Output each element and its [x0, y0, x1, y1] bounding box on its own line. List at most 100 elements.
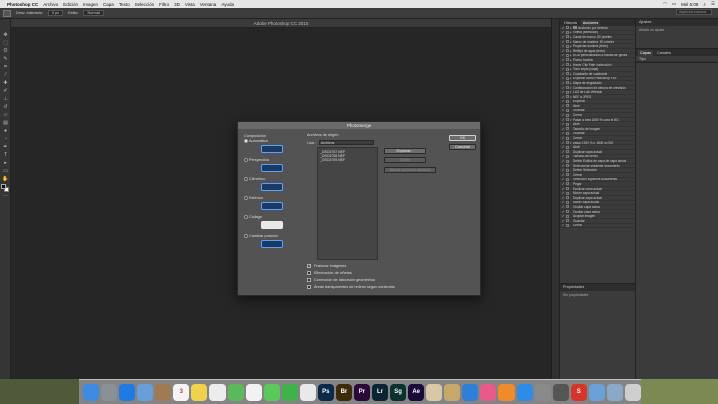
dialog-toggle-box[interactable]: [566, 72, 569, 76]
check-icon[interactable]: ✓: [561, 100, 565, 104]
dialog-toggle-box[interactable]: [566, 26, 569, 30]
dialog-toggle-box[interactable]: [566, 40, 569, 44]
battery-icon[interactable]: ▭: [672, 1, 676, 7]
check-icon[interactable]: ✓: [561, 178, 565, 182]
dialog-toggle-box[interactable]: [566, 191, 569, 195]
check-icon[interactable]: ✓: [561, 150, 565, 154]
hand-tool-icon[interactable]: ✋: [2, 176, 9, 182]
option-row[interactable]: ✓ Fusionar imágenes: [307, 262, 395, 269]
scrivener-icon[interactable]: S: [570, 383, 587, 401]
blur-tool-icon[interactable]: ●: [2, 128, 9, 134]
check-icon[interactable]: ✓: [561, 90, 565, 94]
dialog-toggle-box[interactable]: [566, 53, 569, 57]
menu-vista[interactable]: Vista: [185, 2, 195, 7]
check-icon[interactable]: ✓: [561, 136, 565, 140]
layout-option[interactable]: Cambiar posición: [244, 233, 304, 248]
history-brush-tool-icon[interactable]: ↺: [2, 104, 9, 110]
dialog-toggle-box[interactable]: [566, 164, 569, 168]
brush-tool-icon[interactable]: ✐: [2, 88, 9, 94]
check-icon[interactable]: ✓: [561, 187, 565, 191]
check-icon[interactable]: ✓: [561, 113, 565, 117]
app-store-icon[interactable]: [516, 383, 533, 401]
dialog-toggle-box[interactable]: [566, 219, 569, 223]
check-icon[interactable]: ✓: [561, 118, 565, 122]
ibooks-icon[interactable]: [498, 383, 515, 401]
check-icon[interactable]: ✓: [561, 219, 565, 223]
clock[interactable]: Mié 5:08: [681, 2, 698, 7]
check-icon[interactable]: ✓: [561, 109, 565, 113]
check-icon[interactable]: ✓: [561, 214, 565, 218]
dialog-toggle-box[interactable]: [566, 35, 569, 39]
menu-edicion[interactable]: Edición: [63, 2, 78, 7]
checkbox[interactable]: [307, 284, 311, 289]
move-tool-icon[interactable]: ✥: [2, 32, 9, 38]
dialog-toggle-box[interactable]: [566, 200, 569, 204]
dialog-toggle-box[interactable]: [566, 104, 569, 108]
dialog-toggle-box[interactable]: [566, 205, 569, 209]
check-icon[interactable]: ✓: [561, 132, 565, 136]
layout-option[interactable]: Cilíndrico: [244, 176, 304, 191]
foreground-color-swatch[interactable]: [1, 184, 6, 189]
browse-button[interactable]: Explorar...: [384, 148, 426, 154]
dialog-toggle-box[interactable]: [566, 214, 569, 218]
style-select[interactable]: Normal: [83, 10, 104, 16]
dialog-toggle-box[interactable]: [566, 127, 569, 131]
checkbox[interactable]: [307, 270, 311, 275]
system-preferences-icon[interactable]: [534, 383, 551, 401]
dialog-toggle-box[interactable]: [566, 196, 569, 200]
pen-tool-icon[interactable]: ✒: [2, 144, 9, 150]
photoshop-icon[interactable]: Ps: [317, 383, 334, 401]
check-icon[interactable]: ✓: [561, 77, 565, 81]
layer-kind-filter[interactable]: Tipo: [636, 56, 718, 62]
check-icon[interactable]: ✓: [561, 224, 565, 228]
tab-canales[interactable]: Canales: [654, 50, 673, 56]
check-icon[interactable]: ✓: [561, 95, 565, 99]
photos-icon[interactable]: [245, 383, 262, 401]
dodge-tool-icon[interactable]: ◔: [2, 136, 9, 142]
premiere-icon[interactable]: Pr: [353, 383, 370, 401]
clone-stamp-tool-icon[interactable]: ⊥: [2, 96, 9, 102]
reminders-icon[interactable]: [209, 383, 226, 401]
menu-3d[interactable]: 3D: [174, 2, 180, 7]
chrome-icon[interactable]: [299, 383, 316, 401]
dialog-toggle-box[interactable]: [566, 182, 569, 186]
layout-thumbnail-icon[interactable]: [261, 202, 283, 210]
dialog-toggle-box[interactable]: [566, 122, 569, 126]
dialog-toggle-box[interactable]: [566, 118, 569, 122]
menu-seleccion[interactable]: Selección: [135, 2, 155, 7]
check-icon[interactable]: ✓: [561, 210, 565, 214]
check-icon[interactable]: ✓: [561, 168, 565, 172]
check-icon[interactable]: ✓: [561, 54, 565, 58]
layout-thumbnail-icon[interactable]: [261, 221, 283, 229]
file-item[interactable]: _DSC6709.NEF: [320, 158, 375, 162]
layout-thumbnail-icon[interactable]: [261, 240, 283, 248]
shape-tool-icon[interactable]: ▭: [2, 168, 9, 174]
menu-ayuda[interactable]: Ayuda: [221, 2, 234, 7]
check-icon[interactable]: ✓: [561, 173, 565, 177]
dialog-toggle-box[interactable]: [566, 58, 569, 62]
layout-thumbnail-icon[interactable]: [261, 145, 283, 153]
check-icon[interactable]: ✓: [561, 63, 565, 67]
utility-app-icon[interactable]: [552, 383, 569, 401]
add-open-files-button[interactable]: Añadir archivos abiertos: [384, 167, 436, 173]
finder-icon[interactable]: [83, 383, 100, 401]
downloads-icon[interactable]: [588, 383, 605, 401]
check-icon[interactable]: ✓: [561, 26, 565, 30]
dialog-toggle-box[interactable]: [566, 90, 569, 94]
check-icon[interactable]: ✓: [561, 145, 565, 149]
dialog-toggle-box[interactable]: [566, 108, 569, 112]
ok-button[interactable]: OK: [449, 135, 476, 141]
check-icon[interactable]: ✓: [561, 205, 565, 209]
bridge-icon[interactable]: Br: [335, 383, 352, 401]
check-icon[interactable]: ✓: [561, 196, 565, 200]
radio-button[interactable]: [244, 195, 248, 200]
dialog-toggle-box[interactable]: [566, 177, 569, 181]
eyedropper-tool-icon[interactable]: ⁄: [2, 72, 9, 78]
check-icon[interactable]: ✓: [561, 155, 565, 159]
layout-option[interactable]: Collage: [244, 214, 304, 229]
radio-button[interactable]: [244, 138, 248, 143]
spotlight-icon[interactable]: ⌕: [703, 2, 706, 7]
dialog-toggle-box[interactable]: [566, 63, 569, 67]
healing-brush-tool-icon[interactable]: ✚: [2, 80, 9, 86]
check-icon[interactable]: ✓: [561, 104, 565, 108]
